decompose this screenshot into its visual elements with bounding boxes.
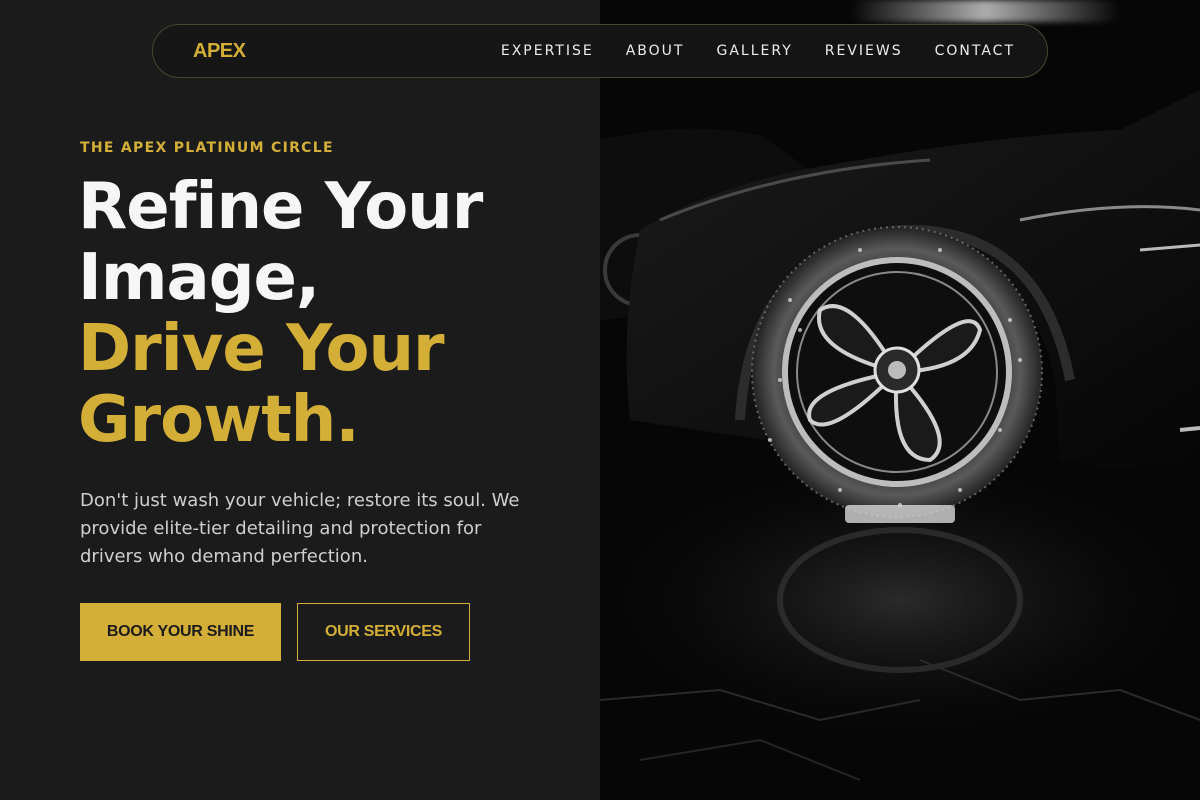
headline-line-3: Drive Your [78,312,445,386]
logo[interactable]: APEX [193,40,246,63]
hero-headline: Refine Your Image, Drive Your Growth. [78,170,483,457]
ceiling-light [850,0,1120,22]
nav-link-contact[interactable]: CONTACT [935,43,1015,59]
hero-image-panel [600,0,1200,800]
hero-description: Don't just wash your vehicle; restore it… [80,490,520,567]
headline-line-1: Refine Your [78,170,483,244]
nav-link-expertise[interactable]: EXPERTISE [501,43,594,59]
headline-line-2: Image, [78,241,320,315]
nav-link-gallery[interactable]: GALLERY [716,43,792,59]
navbar: APEX EXPERTISE ABOUT GALLERY REVIEWS CON… [152,24,1048,78]
nav-link-reviews[interactable]: REVIEWS [825,43,903,59]
hero-eyebrow: THE APEX PLATINUM CIRCLE [80,140,334,156]
nav-link-about[interactable]: ABOUT [626,43,685,59]
nav-links: EXPERTISE ABOUT GALLERY REVIEWS CONTACT [469,43,1015,59]
car-wheel-image [600,0,1200,800]
book-your-shine-button[interactable]: BOOK YOUR SHINE [80,603,281,661]
our-services-button[interactable]: OUR SERVICES [297,603,470,661]
headline-line-4: Growth. [78,383,360,457]
